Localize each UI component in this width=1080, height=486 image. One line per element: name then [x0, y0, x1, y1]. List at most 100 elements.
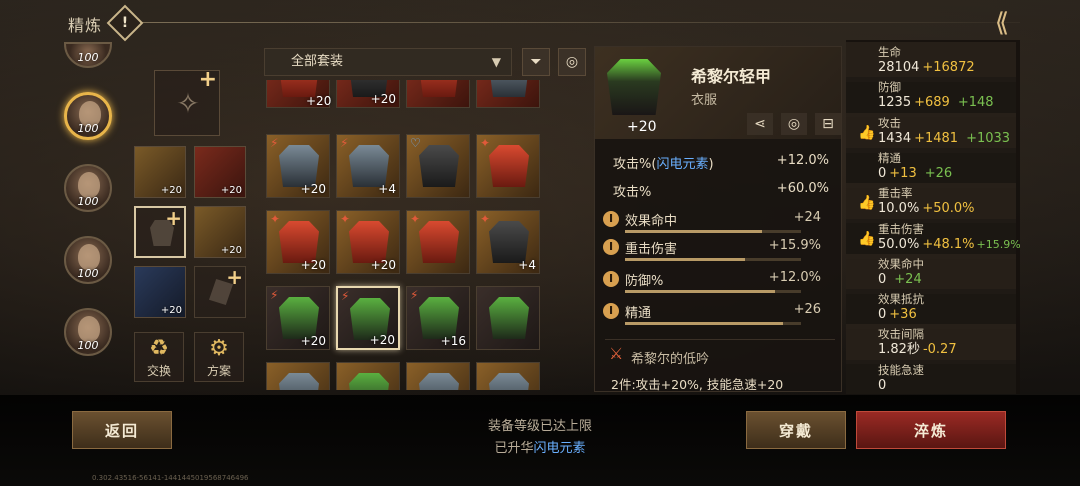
- hero-list[interactable]: 100 100 100 100 100: [58, 40, 120, 400]
- sub-stat-bar: [625, 230, 801, 233]
- swap-button[interactable]: ♻ 交换: [134, 332, 184, 382]
- dropdown-value: 全部套装: [291, 54, 344, 69]
- gem-slot[interactable]: +20: [134, 266, 186, 318]
- gloves-slot[interactable]: +20: [194, 146, 246, 198]
- inventory-item[interactable]: [266, 362, 330, 390]
- page-title: 精炼: [68, 16, 103, 35]
- bottom-bar: 返回 装备等级已达上限 已升华闪电元素 穿戴 淬炼 0.302.43516-56…: [0, 395, 1080, 486]
- attribute-values: 10.0% +50.0%: [878, 201, 975, 217]
- attribute-name: 重击伤害: [878, 221, 924, 236]
- coins-icon[interactable]: ◎: [781, 113, 807, 135]
- inventory-item[interactable]: ✦ +20: [336, 210, 400, 274]
- attribute-row: 👍 重击率 10.0% +50.0%: [846, 183, 1016, 224]
- sub-stat-row: Ⅰ 精通 +26: [603, 301, 829, 327]
- hero-level: 100: [77, 195, 99, 208]
- info-icon-glyph: !: [121, 15, 129, 31]
- plan-button[interactable]: ⚙ 方案: [194, 332, 244, 382]
- main-stat-value: +60.0%: [776, 181, 829, 196]
- inventory-item[interactable]: ♡: [406, 134, 470, 198]
- weapon-slot[interactable]: ✧ +: [154, 67, 220, 136]
- heart-icon: ♡: [410, 136, 421, 150]
- inventory-item[interactable]: [476, 80, 540, 108]
- item-count: +20: [306, 94, 332, 108]
- sub-stat-bar: [625, 322, 801, 325]
- top-bar: 精炼 ! ⟪: [0, 0, 1080, 44]
- attribute-row: 效果命中 0 +24: [846, 253, 1016, 294]
- inventory-item[interactable]: [476, 362, 540, 390]
- bracer-slot[interactable]: +20: [194, 206, 246, 258]
- slot-count: +20: [220, 185, 242, 196]
- element-mark-icon: ⚡: [340, 136, 349, 150]
- detail-header: +20 希黎尔轻甲 衣服 ⋖ ◎ ⊟: [595, 47, 841, 139]
- sub-stat-name: 重击伤害: [625, 242, 678, 257]
- stat-badge-icon: Ⅰ: [603, 239, 619, 255]
- attribute-name: 防御: [878, 80, 901, 95]
- thumbs-up-icon: 👍: [858, 124, 876, 141]
- armor-icon: [419, 221, 459, 263]
- inventory-item[interactable]: ⚡ +4: [336, 134, 400, 198]
- hero-portrait[interactable]: 100: [64, 164, 112, 212]
- sub-stat-value: +15.9%: [768, 238, 821, 253]
- inventory-item[interactable]: ✦: [406, 210, 470, 274]
- refine-button[interactable]: 淬炼: [856, 411, 1006, 449]
- armor-icon: [279, 373, 319, 390]
- swap-icon: ♻: [149, 336, 169, 361]
- stat-badge-icon: Ⅰ: [603, 271, 619, 287]
- inventory-item[interactable]: ✦ +4: [476, 210, 540, 274]
- element-mark-icon: ⚡: [410, 288, 419, 302]
- add-icon: +: [165, 206, 182, 230]
- inventory-item[interactable]: +20: [336, 80, 400, 108]
- item-icon: +20: [603, 55, 665, 135]
- filter-button[interactable]: ⏷: [522, 48, 550, 76]
- item-count: +20: [370, 258, 396, 272]
- hero-portrait[interactable]: 100: [64, 308, 112, 356]
- attribute-values: 28104 +16872: [878, 60, 975, 75]
- thumbs-up-icon: 👍: [858, 230, 876, 247]
- sub-stat-value: +24: [793, 210, 821, 225]
- share-icon[interactable]: ⋖: [747, 113, 773, 135]
- sort-button[interactable]: ◎: [558, 48, 586, 76]
- element-mark-icon: ✦: [480, 212, 491, 226]
- armor-icon: [419, 80, 459, 97]
- attribute-name: 生命: [878, 45, 901, 59]
- main-stat-value: +12.0%: [776, 153, 829, 168]
- inventory-item[interactable]: ⚡ +16: [406, 286, 470, 350]
- stat-badge-icon: Ⅰ: [603, 211, 619, 227]
- equip-button[interactable]: 穿戴: [746, 411, 846, 449]
- hero-portrait[interactable]: 100: [64, 236, 112, 284]
- build-version: 0.302.43516-56141-1441445019568746496: [92, 474, 249, 482]
- attribute-row: 👍 重击伤害 50.0% +48.1% +15.9%: [846, 218, 1020, 259]
- inventory-item[interactable]: ✦: [476, 134, 540, 198]
- helmet-slot[interactable]: +20: [134, 146, 186, 198]
- slot-count: +20: [160, 305, 182, 316]
- set-description: 2件:攻击+20%, 技能急速+20: [611, 377, 784, 392]
- accessory-slot[interactable]: +: [194, 265, 246, 318]
- inventory-item[interactable]: ⚡ +20: [266, 134, 330, 198]
- inventory-item[interactable]: [406, 80, 470, 108]
- armor-slot[interactable]: +: [134, 206, 186, 258]
- element-mark-icon: ✦: [480, 136, 491, 150]
- element-mark-icon: ✦: [270, 212, 281, 226]
- sword-icon: ⚔: [609, 344, 624, 363]
- set-bonus: ⚔ 希黎尔的低吟 2件:攻击+20%, 技能急速+20: [605, 339, 835, 392]
- thumbs-up-icon: 👍: [858, 195, 876, 212]
- inventory-item[interactable]: [476, 286, 540, 350]
- hero-portrait-selected[interactable]: 100: [64, 92, 112, 140]
- hero-portrait[interactable]: 100: [64, 42, 112, 68]
- item-count: +20: [369, 333, 395, 347]
- lock-icon[interactable]: ⊟: [815, 113, 841, 135]
- inventory-item[interactable]: ✦ +20: [266, 210, 330, 274]
- inventory-item[interactable]: [406, 362, 470, 390]
- sub-stat-name: 防御%: [625, 274, 664, 289]
- inventory-item[interactable]: ⚡ +20: [266, 286, 330, 350]
- attribute-row: 精通 0 +13 +26: [846, 147, 1016, 188]
- inventory-item[interactable]: [336, 362, 400, 390]
- attribute-name: 效果抵抗: [878, 292, 924, 307]
- filter-icon: ⏷: [530, 54, 542, 70]
- info-icon[interactable]: !: [106, 4, 144, 42]
- set-filter-dropdown[interactable]: 全部套装 ▼: [264, 48, 512, 76]
- inventory-item-selected[interactable]: ⚡ +20: [336, 286, 400, 350]
- item-count: +4: [378, 182, 396, 196]
- attribute-row: 👍 攻击 1434 +1481 +1033: [846, 112, 1016, 153]
- close-icon[interactable]: ⟪: [984, 8, 1020, 38]
